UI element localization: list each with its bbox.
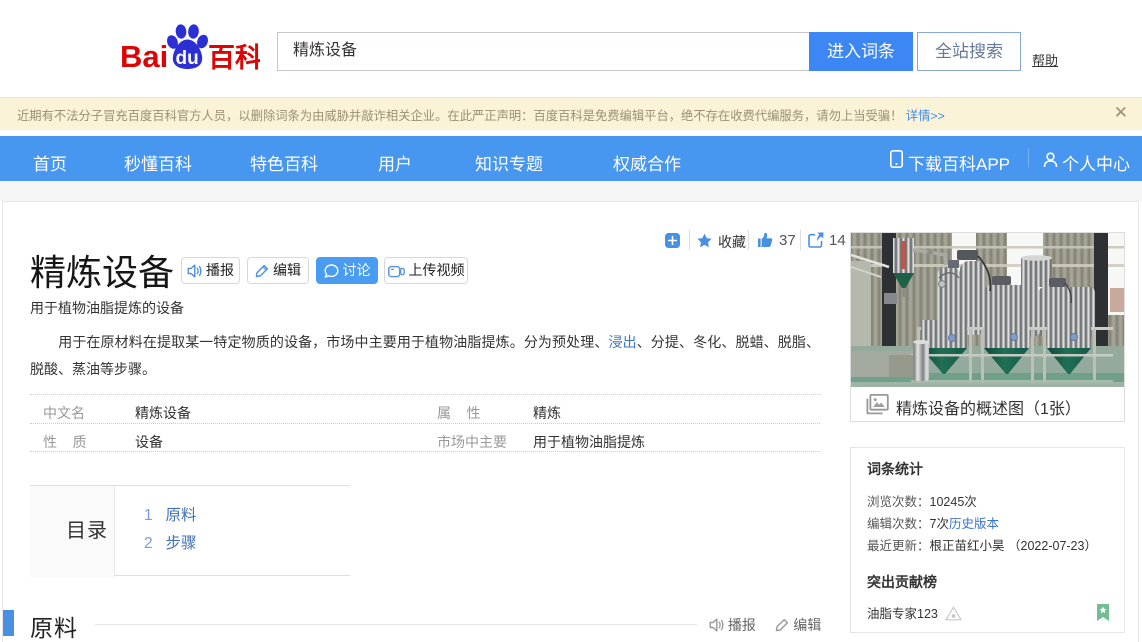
svg-text:Bai: Bai [120, 39, 168, 73]
svg-text:du: du [176, 48, 199, 69]
svg-text:百科: 百科 [208, 43, 260, 73]
